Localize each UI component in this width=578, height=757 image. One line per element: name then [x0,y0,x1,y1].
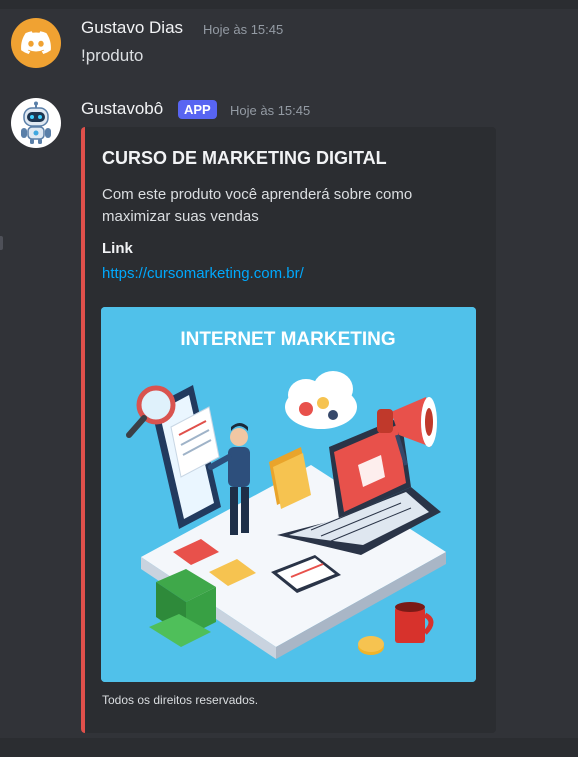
embed-image[interactable]: INTERNET MARKETING [101,307,476,682]
image-title: INTERNET MARKETING [180,329,395,350]
bot-avatar[interactable] [11,98,61,148]
robot-icon [21,101,51,144]
embed-description: Com este produto você aprenderá sobre co… [102,186,413,225]
embed-title: CURSO DE MARKETING DIGITAL [102,148,387,168]
bottom-divider [0,738,578,757]
discord-logo-icon [21,31,51,54]
embed-field-name: Link [102,240,133,257]
top-divider [0,0,578,9]
message-embed: CURSO DE MARKETING DIGITAL Com este prod… [81,127,496,733]
message-timestamp: Hoje às 15:45 [203,22,284,37]
message-author-name[interactable]: Gustavo Dias [81,18,183,38]
coin-icon [358,636,384,655]
app-badge: APP [178,100,217,119]
embed-field-link[interactable]: https://cursomarketing.com.br/ [102,265,304,282]
message-timestamp: Hoje às 15:45 [230,103,311,118]
message-content: !produto [81,46,144,65]
unread-marker [0,236,3,250]
embed-footer: Todos os direitos reservados. [102,693,259,707]
message-author-name[interactable]: Gustavobô [81,99,163,119]
user-avatar[interactable] [11,18,61,68]
